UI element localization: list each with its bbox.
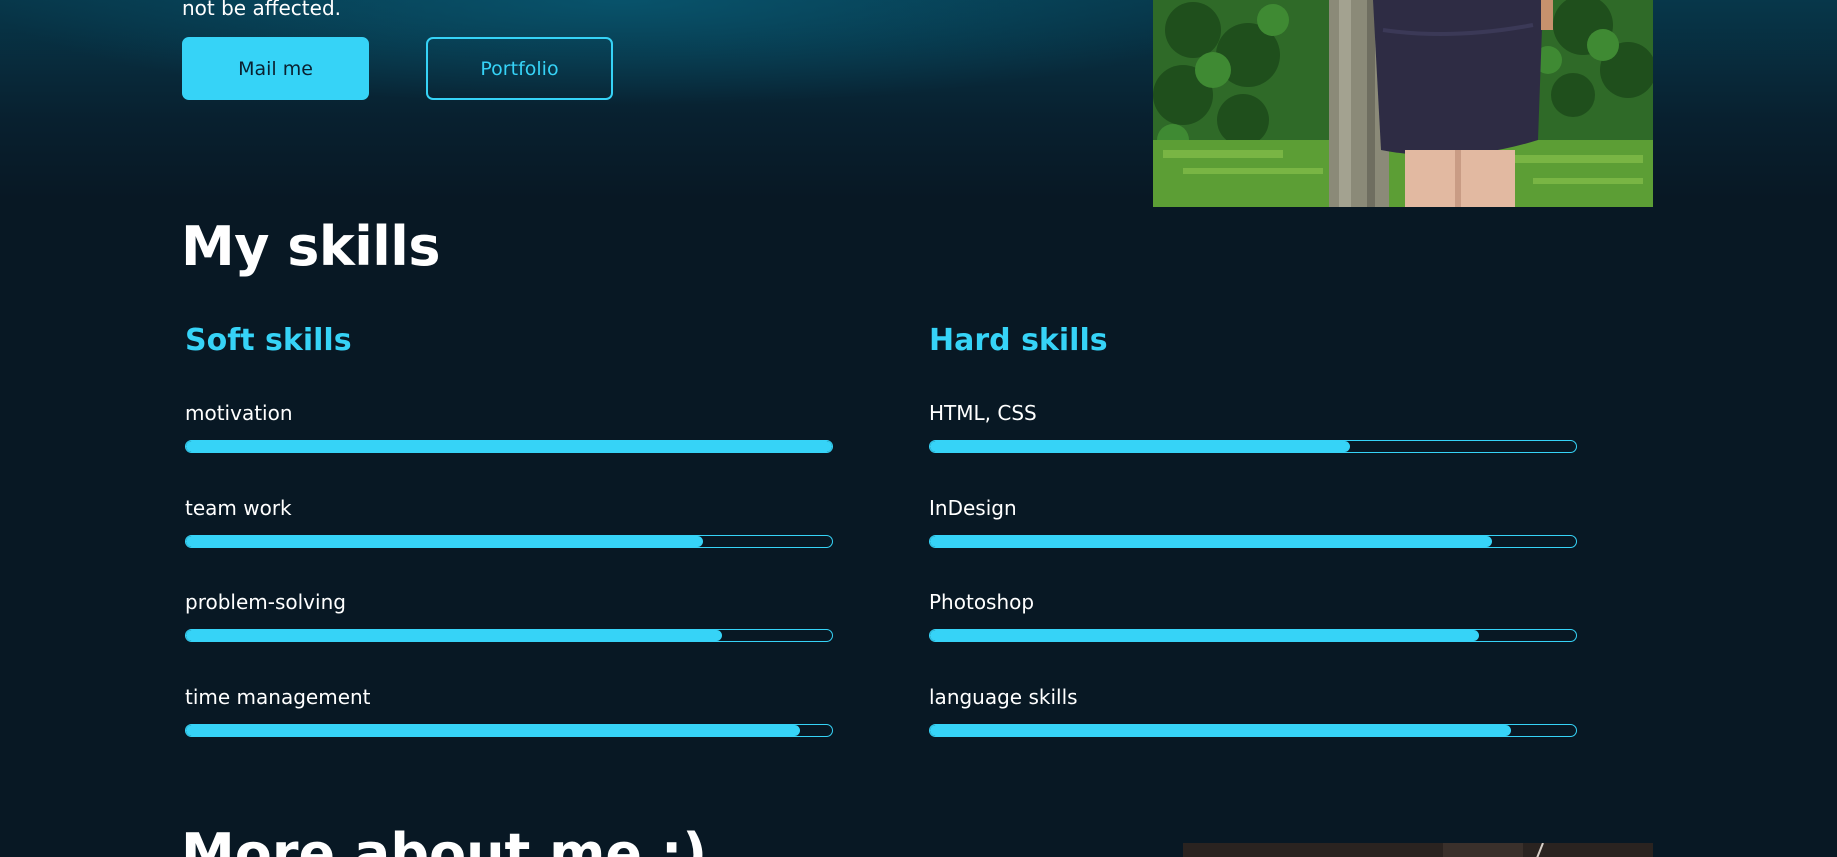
skill-progress-fill <box>186 630 723 641</box>
portfolio-button[interactable]: Portfolio <box>426 37 613 100</box>
skill-item-time-management: time management <box>185 685 835 737</box>
skill-label: time management <box>185 685 371 709</box>
skill-progress-fill <box>930 441 1350 452</box>
skills-heading: My skills <box>181 215 440 278</box>
hard-skills-column: Hard skills HTML, CSS InDesign Photoshop… <box>929 323 1579 737</box>
skill-label: motivation <box>185 401 293 425</box>
skill-item-team-work: team work <box>185 496 835 548</box>
hard-skills-heading: Hard skills <box>929 323 1108 358</box>
skill-item-motivation: motivation <box>185 401 835 453</box>
skill-progress-bar <box>185 440 833 453</box>
skill-label: Photoshop <box>929 590 1035 614</box>
skill-progress-bar <box>929 724 1577 737</box>
skill-label: language skills <box>929 685 1078 709</box>
about-photo <box>1183 843 1653 857</box>
skill-progress-bar <box>185 629 833 642</box>
more-about-me-heading: More about me :) <box>181 822 708 857</box>
mail-me-button[interactable]: Mail me <box>182 37 369 100</box>
skill-progress-bar <box>929 535 1577 548</box>
skill-progress-bar <box>185 724 833 737</box>
skill-label: InDesign <box>929 496 1017 520</box>
skill-progress-fill <box>186 725 800 736</box>
skill-progress-fill <box>186 536 703 547</box>
skill-progress-fill <box>930 630 1480 641</box>
skill-progress-bar <box>929 629 1577 642</box>
skill-progress-fill <box>186 441 832 452</box>
skill-label: team work <box>185 496 292 520</box>
soft-skills-heading: Soft skills <box>185 323 352 358</box>
skill-item-indesign: InDesign <box>929 496 1579 548</box>
page: not be affected. Mail me Portfolio My sk… <box>0 0 1837 857</box>
skill-progress-fill <box>930 536 1493 547</box>
skill-progress-fill <box>930 725 1512 736</box>
profile-photo <box>1153 0 1653 207</box>
soft-skills-column: Soft skills motivation team work problem… <box>185 323 835 737</box>
skill-progress-bar <box>185 535 833 548</box>
skill-item-language-skills: language skills <box>929 685 1579 737</box>
skill-label: HTML, CSS <box>929 401 1037 425</box>
hero-text: not be affected. <box>182 0 342 20</box>
skill-item-html-css: HTML, CSS <box>929 401 1579 453</box>
skill-item-photoshop: Photoshop <box>929 590 1579 642</box>
skill-item-problem-solving: problem-solving <box>185 590 835 642</box>
skill-label: problem-solving <box>185 590 346 614</box>
skill-progress-bar <box>929 440 1577 453</box>
